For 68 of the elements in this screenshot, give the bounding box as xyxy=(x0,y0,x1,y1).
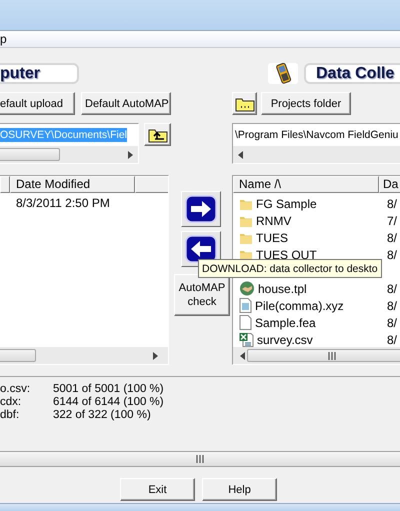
file-name: Sample.fea xyxy=(255,316,316,330)
column-header[interactable]: Da xyxy=(379,176,400,193)
horizontal-scrollbar[interactable] xyxy=(233,347,400,364)
file-row[interactable]: Sample.fea 8/ xyxy=(239,314,400,331)
file-name: Pile(comma).xyz xyxy=(255,298,344,312)
scroll-thumb[interactable] xyxy=(0,349,36,362)
scroll-left-icon[interactable] xyxy=(238,150,243,158)
footer-button[interactable]: Help xyxy=(202,478,277,501)
date-cell: 7/ xyxy=(387,214,398,228)
menu-item[interactable]: p xyxy=(0,32,9,46)
date-cell: 8/ xyxy=(387,332,398,346)
file-name: house.tpl xyxy=(258,282,307,296)
path-field[interactable]: \Program Files\Navcom FieldGeniu xyxy=(232,123,400,164)
scroll-right-icon[interactable] xyxy=(153,352,158,360)
file-name: TUES xyxy=(256,230,288,244)
column-header[interactable] xyxy=(135,176,168,193)
file-row[interactable]: RNMV 7/ xyxy=(239,212,400,229)
scroll-left-icon[interactable] xyxy=(240,352,245,360)
file-row[interactable]: FG Sample 8/ xyxy=(239,195,400,212)
date-cell: 8/ xyxy=(387,316,398,330)
status-value: 6144 of 6144 (100 %) xyxy=(53,396,164,409)
folder-icon xyxy=(234,96,254,112)
spreadsheet-icon xyxy=(239,332,254,347)
folder-up-icon xyxy=(148,126,168,142)
file-name: survey.csv xyxy=(257,332,313,346)
file-row[interactable]: house.tpl 8/ xyxy=(239,280,400,297)
scroll-thumb[interactable] xyxy=(0,148,60,161)
column-header[interactable]: Name /\ xyxy=(233,176,379,193)
document-icon xyxy=(239,315,252,330)
toolbar-button[interactable]: efault upload xyxy=(0,92,75,115)
status-label: cdx: xyxy=(0,396,22,409)
horizontal-scrollbar[interactable] xyxy=(0,347,168,364)
automap-check-button[interactable]: AutoMAP check xyxy=(174,274,230,316)
file-row[interactable]: TUES 8/ xyxy=(239,229,400,246)
tooltip: DOWNLOAD: data collector to deskto xyxy=(198,259,382,278)
grip-icon xyxy=(196,455,204,463)
date-cell: 8/ xyxy=(387,298,398,312)
file-row[interactable]: Pile(comma).xyz 8/ xyxy=(239,297,400,314)
date-cell: 8/ xyxy=(387,196,398,210)
status-label: o.csv: xyxy=(0,383,32,396)
handheld-device-icon xyxy=(268,63,298,84)
panel-header: Data Colle xyxy=(304,63,400,84)
date-cell: 8/ xyxy=(387,282,398,296)
grip-icon xyxy=(328,352,336,360)
browse-folder-button[interactable] xyxy=(232,92,257,115)
date-cell: 8/ xyxy=(387,230,398,244)
scroll-thumb[interactable] xyxy=(247,349,400,362)
column-header[interactable]: Date Modified xyxy=(10,176,135,193)
footer-button[interactable]: Exit xyxy=(120,478,195,501)
toolbar-button[interactable]: Default AutoMAP xyxy=(81,92,171,115)
status-value: 5001 of 5001 (100 %) xyxy=(53,383,164,396)
column-header[interactable] xyxy=(0,176,10,193)
scroll-right-icon[interactable] xyxy=(128,150,133,158)
handshake-icon xyxy=(239,281,255,296)
projects-folder-button[interactable]: Projects folder xyxy=(261,92,351,115)
folder-up-button[interactable] xyxy=(144,123,171,146)
document-icon xyxy=(239,298,252,313)
status-value: 322 of 322 (100 %) xyxy=(53,409,151,422)
horizontal-scrollbar[interactable] xyxy=(0,451,400,467)
file-row[interactable]: survey.csv 8/ xyxy=(239,331,400,348)
date-cell: 8/3/2011 2:50 PM xyxy=(16,196,110,210)
file-name: RNMV xyxy=(256,214,292,228)
date-cell: 8/ xyxy=(387,248,398,262)
status-label: dbf: xyxy=(0,409,20,422)
upload-button[interactable] xyxy=(180,191,220,227)
file-name: TUES OUT xyxy=(256,248,317,262)
file-name: FG Sample xyxy=(256,196,317,210)
panel-header: puter xyxy=(0,63,79,84)
